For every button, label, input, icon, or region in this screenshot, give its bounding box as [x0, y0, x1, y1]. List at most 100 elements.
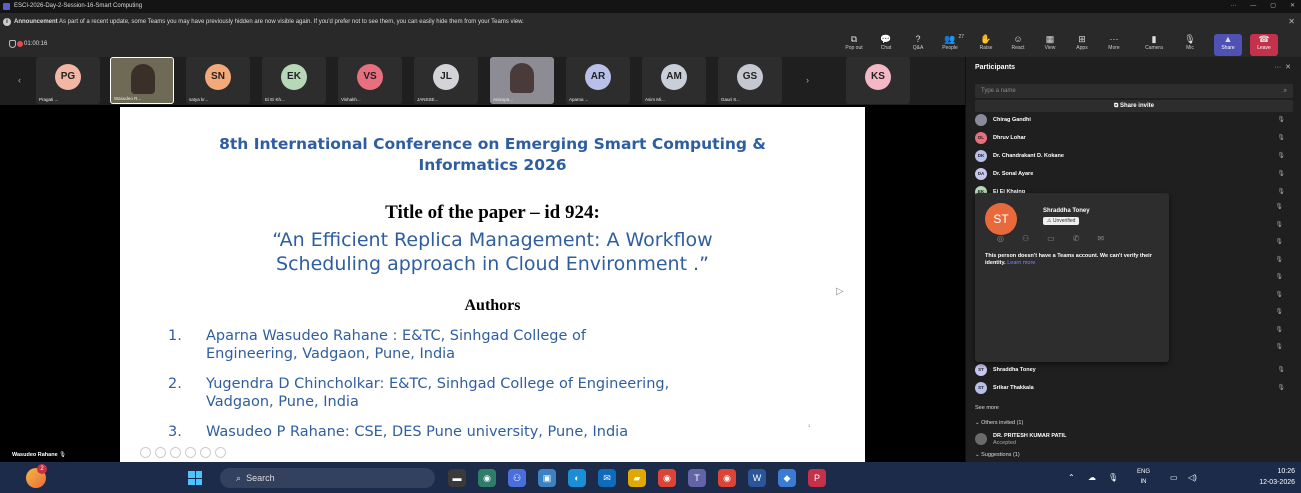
camera-button[interactable]: ▮ Camera: [1140, 34, 1168, 56]
powerpoint-icon[interactable]: P: [808, 469, 826, 487]
chrome-profile-icon[interactable]: ◉: [658, 469, 676, 487]
share-button[interactable]: ▲ Share: [1214, 34, 1242, 56]
view-button[interactable]: ▦ View: [1036, 34, 1064, 56]
paper-title-line2: Scheduling approach in Cloud Environment…: [276, 253, 709, 275]
avatar: EK: [281, 64, 307, 90]
share-invite-icon: ⧉: [1114, 103, 1119, 109]
chrome-icon-2[interactable]: ◉: [718, 469, 736, 487]
participant-name: Wasudeo R...: [114, 96, 142, 101]
participant-tile[interactable]: Anisopa...: [490, 57, 554, 104]
mail-icon[interactable]: ✉: [598, 469, 616, 487]
people-app-icon[interactable]: ⚇: [508, 469, 526, 487]
search-icon: ⌕: [236, 473, 242, 483]
card-chat-icon[interactable]: ◎: [997, 234, 1004, 243]
panel-close-icon[interactable]: ✕: [1285, 64, 1291, 71]
mic-muted-icon: 🎙: [1277, 117, 1285, 123]
mic-muted-icon: 🎙: [1275, 239, 1283, 245]
avatar: AR: [585, 64, 611, 90]
participant-tile[interactable]: AM Asim Mi...: [642, 57, 706, 104]
cloud-icon[interactable]: ☁: [1088, 462, 1096, 493]
participant-row[interactable]: Chirag Gandhi 🎙: [975, 113, 1293, 127]
card-people-icon[interactable]: ⚇: [1022, 234, 1029, 243]
people-button[interactable]: 👥 27 People: [936, 34, 964, 56]
app-icon[interactable]: ◆: [778, 469, 796, 487]
system-clock[interactable]: 10:26 12-03-2026: [1259, 466, 1295, 488]
participant-row[interactable]: ST Shraddha Toney 🎙: [975, 363, 1293, 377]
close-announcement-icon[interactable]: ✕: [1288, 13, 1295, 31]
card-video-icon[interactable]: ▭: [1047, 234, 1055, 243]
avatar: [975, 433, 987, 445]
pop-out-button[interactable]: ⧉ Pop out: [840, 34, 868, 56]
participant-tile[interactable]: GS Gauri S...: [718, 57, 782, 104]
participant-tile[interactable]: Wasudeo R...: [110, 57, 174, 104]
more-button[interactable]: ··· More: [1100, 34, 1128, 56]
minimize-button[interactable]: —: [1250, 0, 1256, 13]
participant-row[interactable]: DA Dr. Sonal Ayare 🎙: [975, 167, 1293, 181]
invited-participant[interactable]: DR. PRITESH KUMAR PATIL Accepted: [975, 432, 1293, 446]
teams-icon[interactable]: T: [688, 469, 706, 487]
participant-row[interactable]: DL Dhruv Lohar 🎙: [975, 131, 1293, 145]
q-a-button[interactable]: ? Q&A: [904, 34, 932, 56]
raise-button[interactable]: ✋ Raise: [972, 34, 1000, 56]
suggestions-section[interactable]: ⌄ Suggestions (1): [975, 452, 1020, 458]
tray-overflow-icon[interactable]: ⌃: [1068, 462, 1075, 493]
card-call-icon[interactable]: ✆: [1073, 234, 1080, 243]
learn-more-link[interactable]: Learn more: [1007, 260, 1035, 266]
mic-muted-icon[interactable]: 🎙: [1108, 462, 1118, 493]
share-invite-button[interactable]: ⧉ Share invite: [975, 100, 1293, 112]
mic-button[interactable]: 🎙 Mic: [1176, 34, 1204, 56]
close-window-button[interactable]: ✕: [1290, 0, 1295, 13]
chat-icon: 💬: [880, 34, 892, 44]
slide-pen-icon[interactable]: [170, 447, 181, 458]
participant-row[interactable]: ST Srikar Thakkala 🎙: [975, 381, 1293, 395]
slide-more-icon[interactable]: [215, 447, 226, 458]
participant-tile[interactable]: JL JANSSE...: [414, 57, 478, 104]
participant-name: JANSSE...: [417, 97, 439, 102]
participant-tile[interactable]: KS: [846, 57, 910, 104]
gallery-prev-icon[interactable]: ‹: [18, 75, 21, 85]
taskbar-search-input[interactable]: ⌕ Search: [220, 468, 435, 488]
react-button[interactable]: ☺ React: [1004, 34, 1032, 56]
language-indicator[interactable]: ENG IN: [1137, 467, 1150, 487]
people-count: 27: [958, 34, 964, 40]
others-invited-section[interactable]: ⌄ Others invited (1): [975, 420, 1023, 426]
slide-next-icon[interactable]: [155, 447, 166, 458]
toolbar-button-label: Mic: [1186, 45, 1194, 51]
card-mail-icon[interactable]: ✉: [1097, 234, 1104, 243]
presenter-name: Wasudeo Rahane 🎙: [12, 452, 66, 458]
participant-tile[interactable]: AR Aparna ...: [566, 57, 630, 104]
mic-muted-icon: 🎙: [1275, 291, 1283, 298]
participant-name: Asim Mi...: [645, 97, 665, 102]
file-explorer-icon[interactable]: ▰: [628, 469, 646, 487]
wifi-icon[interactable]: ▭: [1170, 462, 1178, 493]
store-icon[interactable]: ▣: [538, 469, 556, 487]
window-more-button[interactable]: ···: [1230, 0, 1236, 13]
mic-muted-icon: 🎙: [1277, 385, 1285, 391]
chat-button[interactable]: 💬 Chat: [872, 34, 900, 56]
volume-icon[interactable]: ◁): [1188, 462, 1197, 493]
slide-view-icon[interactable]: [185, 447, 196, 458]
slide-zoom-icon[interactable]: [200, 447, 211, 458]
edge-icon[interactable]: ◐: [568, 469, 586, 487]
leave-button[interactable]: ☎ Leave: [1250, 34, 1278, 56]
announcement-bar: i Announcement As part of a recent updat…: [0, 13, 1301, 31]
participant-row[interactable]: DK Dr. Chandrakant D. Kokane 🎙: [975, 149, 1293, 163]
participant-tile[interactable]: PG Pragati ...: [36, 57, 100, 104]
card-actions: ◎ ⚇ ▭ ✆ ✉: [997, 234, 1104, 243]
participant-tile[interactable]: VS Vishakh...: [338, 57, 402, 104]
chrome-icon[interactable]: ◉: [478, 469, 496, 487]
task-view-icon[interactable]: ▬: [448, 469, 466, 487]
participant-search-input[interactable]: Type a name ⌕: [975, 84, 1293, 98]
word-icon[interactable]: W: [748, 469, 766, 487]
maximize-button[interactable]: ▢: [1270, 0, 1276, 13]
gallery-next-icon[interactable]: ›: [806, 75, 809, 85]
apps-button[interactable]: ⊞ Apps: [1068, 34, 1096, 56]
windows-start-icon[interactable]: [188, 471, 202, 485]
lang-bottom: IN: [1140, 479, 1147, 485]
see-more-link[interactable]: See more: [975, 405, 999, 411]
video-feed: [131, 64, 155, 94]
panel-more-icon[interactable]: ···: [1274, 64, 1281, 71]
participant-tile[interactable]: EK Ei Ei Kh...: [262, 57, 326, 104]
participant-tile[interactable]: SN satya kr...: [186, 57, 250, 104]
slide-prev-icon[interactable]: [140, 447, 151, 458]
